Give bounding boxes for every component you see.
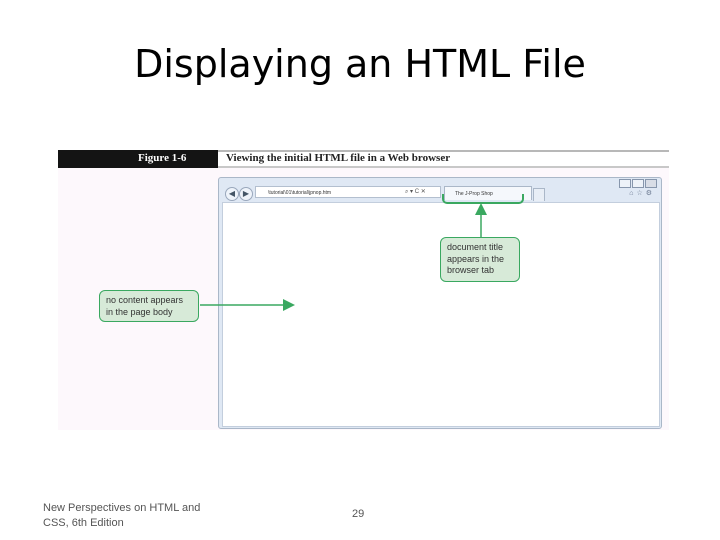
slide-title: Displaying an HTML File xyxy=(134,42,586,86)
figure-1-6: Figure 1-6 Viewing the initial HTML file… xyxy=(58,150,669,430)
page-number: 29 xyxy=(352,508,365,520)
slide-footer: New Perspectives on HTML and CSS, 6th Ed… xyxy=(43,502,201,529)
body-callout: no content appears in the page body xyxy=(99,290,199,322)
title-callout: document title appears in the browser ta… xyxy=(440,237,520,282)
